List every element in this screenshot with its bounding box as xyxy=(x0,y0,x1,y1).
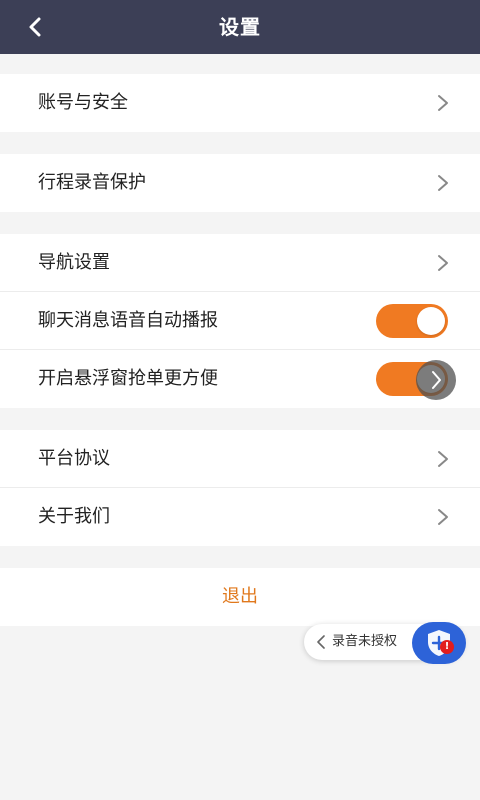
settings-group-recording: 行程录音保护 xyxy=(0,154,480,212)
settings-item-platform-agreement[interactable]: 平台协议 xyxy=(0,430,480,488)
logout-button[interactable]: 退出 xyxy=(0,568,480,626)
settings-item-label: 关于我们 xyxy=(38,506,110,527)
settings-item-label: 平台协议 xyxy=(38,448,110,469)
settings-item-voice-broadcast: 聊天消息语音自动播报 xyxy=(0,292,480,350)
chevron-right-icon xyxy=(432,371,441,389)
settings-item-label: 行程录音保护 xyxy=(38,172,146,193)
chevron-right-icon xyxy=(438,509,448,525)
chevron-left-icon xyxy=(317,635,325,649)
settings-item-label: 开启悬浮窗抢单更方便 xyxy=(38,368,218,389)
settings-item-floating-window: 开启悬浮窗抢单更方便 xyxy=(0,350,480,408)
floating-assistive-ball[interactable] xyxy=(416,360,456,400)
settings-item-label: 账号与安全 xyxy=(38,92,128,113)
settings-item-label: 导航设置 xyxy=(38,252,110,273)
settings-item-about-us[interactable]: 关于我们 xyxy=(0,488,480,546)
settings-item-label: 聊天消息语音自动播报 xyxy=(38,310,218,331)
chevron-right-icon xyxy=(438,255,448,271)
alert-badge: ! xyxy=(440,640,454,654)
title-bar: 设置 xyxy=(0,0,480,54)
settings-group-navigation: 导航设置 聊天消息语音自动播报 开启悬浮窗抢单更方便 xyxy=(0,234,480,408)
logout-label: 退出 xyxy=(222,586,258,607)
settings-group-account: 账号与安全 xyxy=(0,74,480,132)
recording-unauthorized-label: 录音未授权 xyxy=(332,634,398,649)
chevron-right-icon xyxy=(438,451,448,467)
settings-item-navigation[interactable]: 导航设置 xyxy=(0,234,480,292)
settings-item-trip-recording-protection[interactable]: 行程录音保护 xyxy=(0,154,480,212)
chevron-right-icon xyxy=(438,175,448,191)
recording-shield-button[interactable] xyxy=(412,622,466,664)
settings-group-about: 平台协议 关于我们 xyxy=(0,430,480,546)
settings-item-account-security[interactable]: 账号与安全 xyxy=(0,74,480,132)
chevron-right-icon xyxy=(438,95,448,111)
toggle-knob xyxy=(417,307,445,335)
voice-broadcast-toggle[interactable] xyxy=(376,304,448,338)
page-title: 设置 xyxy=(219,15,261,39)
